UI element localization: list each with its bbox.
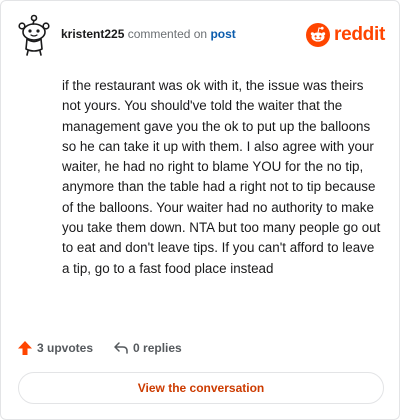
reply-arrow-icon <box>114 342 128 354</box>
comment-meta: kristent225 commented on post <box>61 27 236 41</box>
username[interactable]: kristent225 <box>61 27 124 41</box>
reddit-logo[interactable]: reddit <box>306 22 385 48</box>
comment-header: kristent225 commented on post reddit <box>13 13 387 56</box>
avatar <box>13 13 55 57</box>
comment-stats: 3 upvotes 0 replies <box>17 338 182 358</box>
action-text: commented on <box>127 27 208 41</box>
reddit-snoo-icon <box>306 23 331 47</box>
comment-body: if the restaurant was ok with it, the is… <box>62 78 381 276</box>
view-conversation-button[interactable]: View the conversation <box>18 372 384 404</box>
avatar-icon <box>18 14 50 56</box>
replies-count: 0 replies <box>133 341 182 355</box>
post-link[interactable]: post <box>210 27 235 41</box>
upvotes-stat[interactable]: 3 upvotes <box>17 340 93 356</box>
comment-card: kristent225 commented on post reddit if … <box>0 0 400 420</box>
replies-stat[interactable]: 0 replies <box>113 340 182 356</box>
reddit-wordmark: reddit <box>334 24 385 45</box>
upvote-arrow-icon <box>18 341 32 355</box>
upvotes-count: 3 upvotes <box>37 341 94 355</box>
